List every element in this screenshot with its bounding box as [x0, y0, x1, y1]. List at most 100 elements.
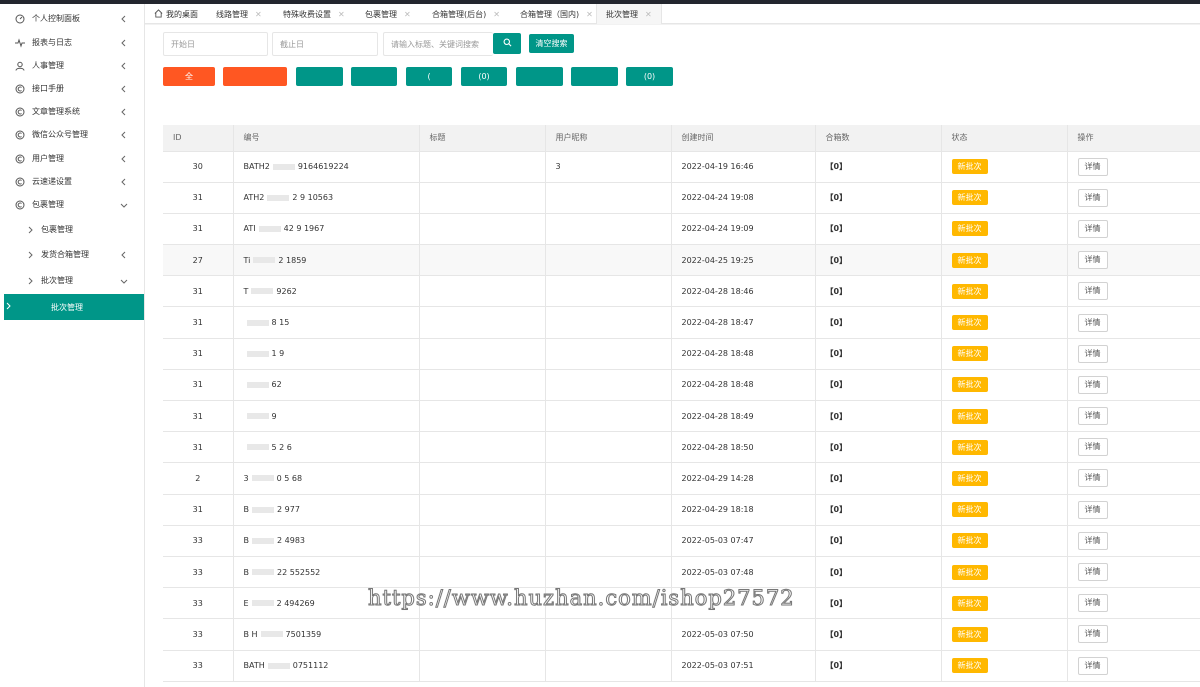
column-header-id[interactable]: ID	[163, 125, 234, 152]
detail-button[interactable]: 详情	[1077, 563, 1108, 582]
cell-id: 33	[163, 525, 234, 557]
cell-status: 新批次	[941, 431, 1068, 464]
tab-routes[interactable]: 线路管理 ✕	[216, 4, 262, 24]
clear-search-button[interactable]: 清空搜索	[529, 34, 574, 53]
column-header-title[interactable]: 标题	[419, 125, 546, 152]
filter-button-4[interactable]	[351, 67, 397, 86]
sidebar-item-articles[interactable]: 文章管理系统	[0, 100, 145, 123]
detail-button[interactable]: 详情	[1077, 625, 1108, 644]
tab-batch-management[interactable]: 批次管理 ✕	[596, 4, 662, 24]
table-row: 31 5 2 6 2022-04-28 18:50 【0】 新批次 详情	[163, 431, 1200, 464]
code-prefix: B H	[243, 629, 258, 639]
cell-code: T 9262	[233, 275, 420, 308]
detail-button[interactable]: 详情	[1077, 594, 1108, 613]
search-button[interactable]	[493, 33, 521, 54]
start-date-input[interactable]	[163, 32, 268, 56]
detail-button[interactable]: 详情	[1077, 531, 1108, 550]
filter-button-2[interactable]	[223, 67, 287, 86]
column-header-code[interactable]: 编号	[233, 125, 420, 152]
sidebar-subitem-batch[interactable]: 批次管理	[0, 269, 145, 292]
column-header-created[interactable]: 创建时间	[671, 125, 816, 152]
sidebar-item-batch-management-active[interactable]: 批次管理	[4, 294, 144, 320]
sidebar-item-api-manual[interactable]: 接口手册	[0, 77, 145, 100]
filter-button-8[interactable]	[571, 67, 618, 86]
code-suffix: 0751112	[292, 661, 329, 671]
sidebar-item-wechat[interactable]: 微信公众号管理	[0, 123, 145, 146]
code-prefix: T	[243, 286, 249, 296]
detail-button[interactable]: 详情	[1077, 438, 1108, 457]
close-icon[interactable]: ✕	[338, 10, 345, 19]
detail-button[interactable]: 详情	[1077, 500, 1108, 519]
close-icon[interactable]: ✕	[586, 10, 593, 19]
detail-button[interactable]: 详情	[1077, 656, 1108, 675]
detail-button[interactable]: 详情	[1077, 344, 1108, 363]
cell-nickname	[545, 650, 672, 682]
cell-id: 31	[163, 400, 234, 433]
sidebar-subitem-shipping-combine[interactable]: 发货合箱管理	[0, 243, 145, 266]
cell-actions: 详情	[1067, 244, 1200, 277]
tab-combine-domestic[interactable]: 合箱管理（国内) ✕	[520, 4, 593, 24]
sidebar-item-packages[interactable]: 包裹管理	[0, 193, 145, 216]
table-row: 33 BATH 0751112 2022-05-03 07:51 【0】 新批次 详情	[163, 650, 1200, 682]
filter-button-9[interactable]: (0)	[626, 67, 673, 86]
detail-button[interactable]: 详情	[1077, 157, 1108, 176]
filter-button-6[interactable]: (0)	[461, 67, 507, 86]
cell-title	[419, 525, 546, 557]
detail-button[interactable]: 详情	[1077, 407, 1108, 426]
cell-title	[419, 618, 546, 651]
close-icon[interactable]: ✕	[645, 10, 652, 19]
sidebar-item-express[interactable]: 云速递设置	[0, 170, 145, 193]
filter-all[interactable]: 全	[163, 67, 215, 86]
detail-button[interactable]: 详情	[1077, 219, 1108, 238]
close-icon[interactable]: ✕	[404, 10, 411, 19]
code-suffix: 22 552552	[277, 567, 321, 577]
sidebar-item-dashboard[interactable]: 个人控制面板	[0, 7, 145, 30]
column-header-box-count[interactable]: 合箱数	[815, 125, 942, 152]
cell-nickname	[545, 431, 672, 464]
close-icon[interactable]: ✕	[493, 10, 500, 19]
sidebar-item-users[interactable]: 用户管理	[0, 147, 145, 170]
detail-button[interactable]: 详情	[1077, 251, 1108, 270]
cell-id: 33	[163, 556, 234, 589]
cell-status: 新批次	[941, 275, 1068, 308]
tab-special-fees[interactable]: 特殊收费设置 ✕	[283, 4, 345, 24]
detail-button[interactable]: 详情	[1077, 282, 1108, 301]
filter-button-3[interactable]	[296, 67, 343, 86]
status-badge: 新批次	[951, 190, 988, 206]
status-badge: 新批次	[951, 377, 988, 393]
cell-box-count: 【0】	[815, 182, 942, 214]
cell-box-count: 【0】	[815, 587, 942, 620]
detail-button[interactable]: 详情	[1077, 313, 1108, 332]
sidebar-item-hr[interactable]: 人事管理	[0, 54, 145, 77]
column-header-actions[interactable]: 操作	[1067, 125, 1200, 152]
filter-button-7[interactable]	[516, 67, 563, 86]
close-icon[interactable]: ✕	[255, 10, 262, 19]
end-date-input[interactable]	[272, 32, 378, 56]
detail-button[interactable]: 详情	[1077, 469, 1108, 488]
column-header-nickname[interactable]: 用户昵称	[545, 125, 672, 152]
code-prefix: ATI	[243, 224, 256, 234]
detail-button[interactable]: 详情	[1077, 188, 1108, 207]
tab-packages[interactable]: 包裹管理 ✕	[365, 4, 411, 24]
table-row: 27 Ti 2 1859 2022-04-25 19:25 【0】 新批次 详情	[163, 244, 1200, 277]
table-row: 33 B 22 552552 2022-05-03 07:48 【0】 新批次 详情	[163, 556, 1200, 589]
sidebar-subitem-packages[interactable]: 包裹管理	[0, 218, 145, 241]
redacted-mask	[272, 163, 295, 170]
cell-actions: 详情	[1067, 587, 1200, 620]
chevron-left-icon	[120, 15, 128, 23]
dashboard-icon	[15, 14, 25, 24]
keyword-search-input[interactable]	[383, 32, 493, 56]
cell-code: 1 9	[233, 338, 420, 370]
column-header-status[interactable]: 状态	[941, 125, 1068, 152]
tab-combine-backend[interactable]: 合箱管理(后台) ✕	[432, 4, 500, 24]
cell-nickname	[545, 494, 672, 526]
circle-c-icon	[15, 200, 25, 210]
cell-id: 31	[163, 494, 234, 526]
filter-button-5[interactable]: (	[406, 67, 452, 86]
sidebar-item-reports[interactable]: 报表与日志	[0, 31, 145, 54]
tab-home[interactable]: 我的桌面	[154, 4, 198, 24]
cell-id: 33	[163, 650, 234, 682]
cell-created-time: 2022-05-03 07:47	[671, 525, 816, 557]
redacted-mask	[246, 444, 269, 451]
detail-button[interactable]: 详情	[1077, 375, 1108, 394]
